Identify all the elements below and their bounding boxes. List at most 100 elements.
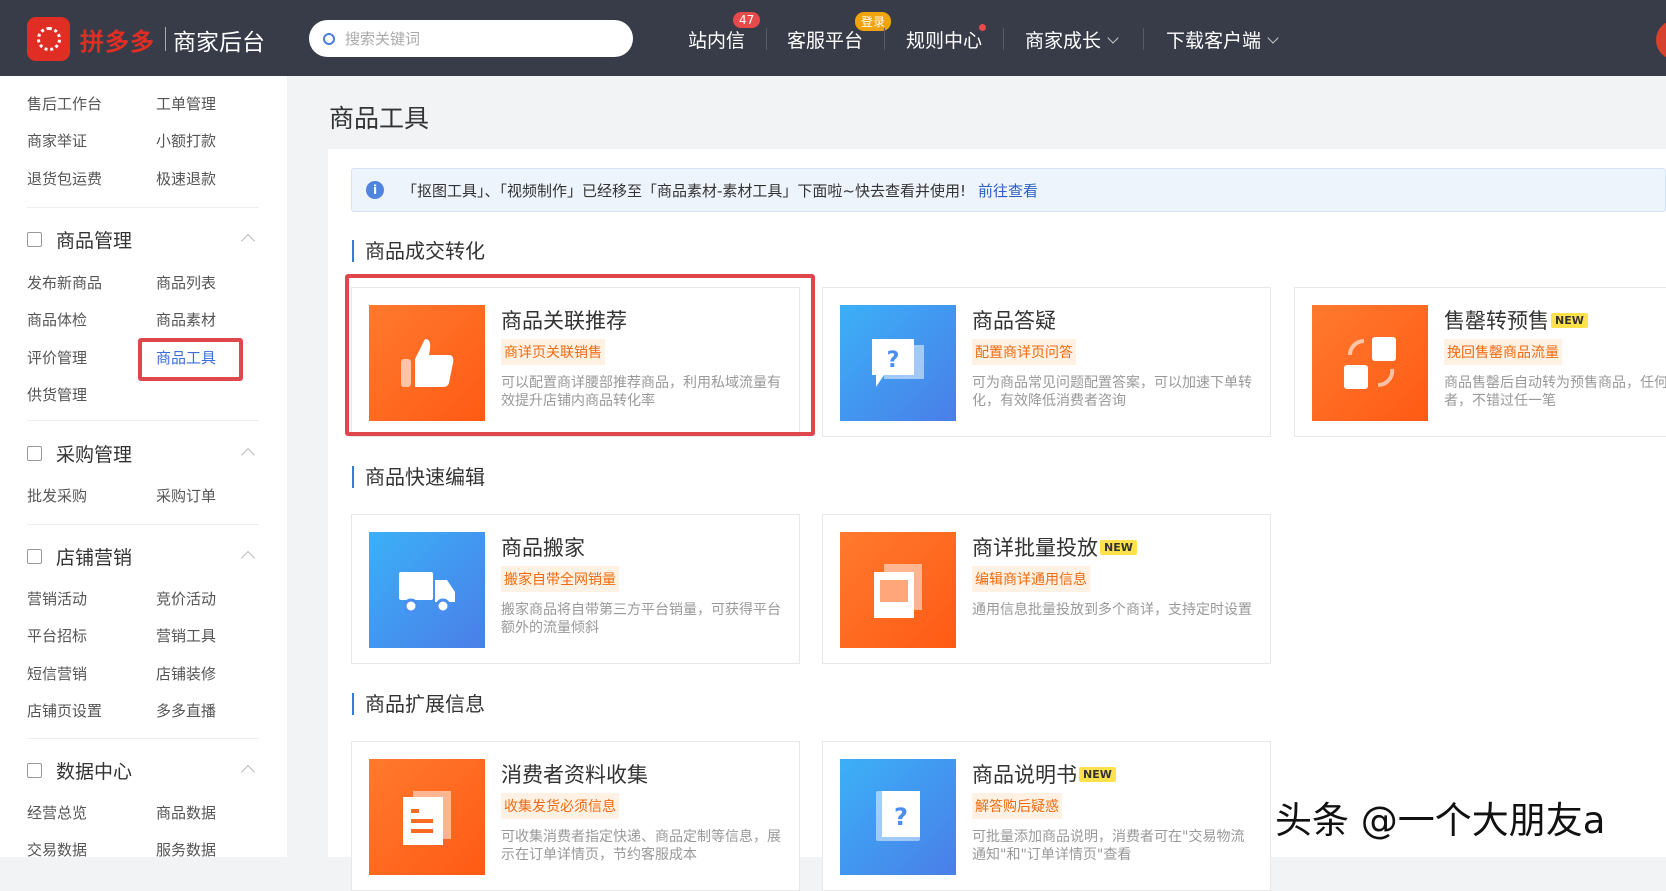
logo-divider [165, 27, 166, 51]
card-tag: 解答购后疑惑 [972, 793, 1062, 819]
sidebar-item[interactable]: 商品列表 [156, 272, 216, 293]
sidebar-item[interactable]: 商品素材 [156, 309, 216, 330]
sidebar-divider [27, 524, 259, 525]
notice-link[interactable]: 前往查看 [978, 180, 1038, 201]
svg-text:?: ? [894, 803, 908, 831]
gift-icon [27, 549, 42, 564]
page-title: 商品工具 [329, 104, 430, 133]
tool-card[interactable]: 商品搬家 搬家自带全网销量 搬家商品将自带第三方平台销量，可获得平台额外的流量倾斜 [351, 514, 800, 664]
section-title: 商品成交转化 [352, 240, 485, 262]
sidebar-divider [27, 420, 259, 421]
chevron-up-icon[interactable] [240, 550, 256, 566]
sidebar-section-2[interactable]: 店铺营销 [27, 543, 132, 570]
nav-divider [1003, 28, 1004, 50]
search-box[interactable] [309, 20, 633, 57]
sidebar-item[interactable]: 采购订单 [156, 485, 216, 506]
nav-merchant-growth[interactable]: 商家成长 [1025, 26, 1119, 53]
nav-customer-service[interactable]: 客服平台 [787, 26, 863, 53]
card-title: 售罄转预售 NEW [1444, 305, 1588, 335]
manual-book-icon: ? [870, 789, 926, 845]
sidebar-item[interactable]: 多多直播 [156, 700, 216, 721]
new-badge: NEW [1551, 312, 1588, 328]
tool-tile: ? [840, 305, 956, 421]
nav-messages[interactable]: 站内信 [688, 26, 745, 53]
sidebar-item[interactable]: 退货包运费 [27, 168, 102, 189]
chevron-up-icon[interactable] [240, 233, 256, 249]
chevron-down-icon [1107, 32, 1119, 44]
sidebar-item[interactable]: 经营总览 [27, 802, 87, 823]
tool-card[interactable]: ? 商品说明书 NEW 解答购后疑惑 可批量添加商品说明，消费者可在"交易物流通知"和"… [822, 741, 1271, 891]
sidebar-item[interactable]: 交易数据 [27, 839, 87, 860]
bar-chart-icon [27, 763, 42, 778]
highlight-box-card [345, 274, 815, 436]
tool-tile [369, 759, 485, 875]
new-badge: NEW [1079, 766, 1116, 782]
card-tag: 编辑商详通用信息 [972, 566, 1090, 592]
notice-bar: i 「抠图工具」、「视频制作」已经移至「商品素材-素材工具」下面啦~快去查看并使… [351, 168, 1666, 212]
sidebar-item[interactable]: 商品体检 [27, 309, 87, 330]
sidebar-item[interactable]: 竞价活动 [156, 588, 216, 609]
highlight-box-sidebar [138, 338, 243, 381]
question-chat-icon: ? [870, 335, 926, 391]
search-input[interactable] [345, 29, 605, 48]
login-badge[interactable]: 登录 [855, 12, 892, 31]
sidebar-item[interactable]: 发布新商品 [27, 272, 102, 293]
sidebar-section-0[interactable]: 商品管理 [27, 226, 132, 253]
sidebar-item[interactable]: 商品数据 [156, 802, 216, 823]
sidebar-item[interactable]: 平台招标 [27, 625, 87, 646]
sidebar-item[interactable]: 营销工具 [156, 625, 216, 646]
card-description: 搬家商品将自带第三方平台销量，可获得平台额外的流量倾斜 [501, 602, 781, 636]
nav-download-client[interactable]: 下载客户端 [1166, 26, 1279, 53]
sidebar-item[interactable]: 评价管理 [27, 347, 87, 368]
card-description: 可批量添加商品说明，消费者可在"交易物流通知"和"订单详情页"查看 [972, 829, 1245, 863]
truck-icon [399, 562, 455, 618]
tool-card[interactable]: ? 商品答疑 配置商详页问答 可为商品常见问题配置答案，可以加速下单转化，有效降低消费… [822, 287, 1271, 437]
sidebar-section-1[interactable]: 采购管理 [27, 440, 132, 467]
sidebar: 售后工作台 工单管理商家举证 小额打款退货包运费 极速退款商品管理发布新商品 商品列表商… [0, 76, 287, 860]
sidebar-item[interactable]: 小额打款 [156, 130, 216, 151]
nav-rules-center[interactable]: 规则中心 [906, 26, 982, 53]
card-tag: 挽回售罄商品流量 [1444, 339, 1562, 365]
chevron-down-icon [1267, 32, 1279, 44]
card-title-text: 消费者资料收集 [501, 763, 648, 787]
sidebar-item[interactable]: 营销活动 [27, 588, 87, 609]
card-title-text: 商详批量投放 [972, 536, 1098, 560]
chevron-up-icon[interactable] [240, 447, 256, 463]
tool-card[interactable]: 商详批量投放 NEW 编辑商详通用信息 通用信息批量投放到多个商详，支持定时设置 [822, 514, 1271, 664]
logo-subtitle: 商家后台 [173, 30, 265, 56]
card-description: 通用信息批量投放到多个商详，支持定时设置 [972, 602, 1252, 618]
svg-text:?: ? [887, 348, 900, 373]
image-stack-icon [870, 562, 926, 618]
sidebar-item[interactable]: 短信营销 [27, 663, 87, 684]
tool-card[interactable]: 售罄转预售NEW 挽回售罄商品流量商品售罄后自动转为预售商品，任何一个消费者，不错… [1294, 287, 1666, 437]
nav-divider [1143, 28, 1144, 50]
section-title: 商品快速编辑 [352, 466, 485, 488]
card-title-text: 商品答疑 [972, 309, 1056, 333]
sidebar-divider [27, 207, 259, 208]
card-tag: 配置商详页问答 [972, 339, 1076, 365]
tool-card[interactable]: 消费者资料收集 收集发货必须信息 可收集消费者指定快递、商品定制等信息，展示在订单详… [351, 741, 800, 891]
sidebar-item[interactable]: 批发采购 [27, 485, 87, 506]
card-title: 消费者资料收集 [501, 759, 648, 789]
sidebar-item[interactable]: 供货管理 [27, 384, 87, 405]
avatar[interactable] [1656, 20, 1666, 60]
sidebar-item[interactable]: 售后工作台 [27, 93, 102, 114]
sidebar-item[interactable]: 极速退款 [156, 168, 216, 189]
info-icon: i [366, 181, 384, 199]
pinduoduo-logo-icon[interactable] [27, 17, 70, 61]
top-header: 拼多多 商家后台 站内信 47 客服平台 登录 规则中心 商家成长 下载客户端 [0, 0, 1666, 76]
search-icon [323, 32, 335, 45]
rules-red-dot [979, 24, 986, 31]
card-description: 商品售罄后自动转为预售商品，任何一个消费者，不错过任一笔 [1444, 375, 1666, 409]
sidebar-item[interactable]: 店铺页设置 [27, 700, 102, 721]
logo-text: 拼多多 [80, 28, 155, 56]
chevron-up-icon[interactable] [240, 764, 256, 780]
nav-label: 商家成长 [1025, 30, 1102, 52]
sidebar-section-3[interactable]: 数据中心 [27, 757, 132, 784]
purchase-icon [27, 446, 42, 461]
sidebar-item[interactable]: 商家举证 [27, 130, 87, 151]
sidebar-item[interactable]: 店铺装修 [156, 663, 216, 684]
sidebar-item[interactable]: 工单管理 [156, 93, 216, 114]
sidebar-section-title: 数据中心 [56, 761, 133, 783]
sidebar-item[interactable]: 服务数据 [156, 839, 216, 860]
